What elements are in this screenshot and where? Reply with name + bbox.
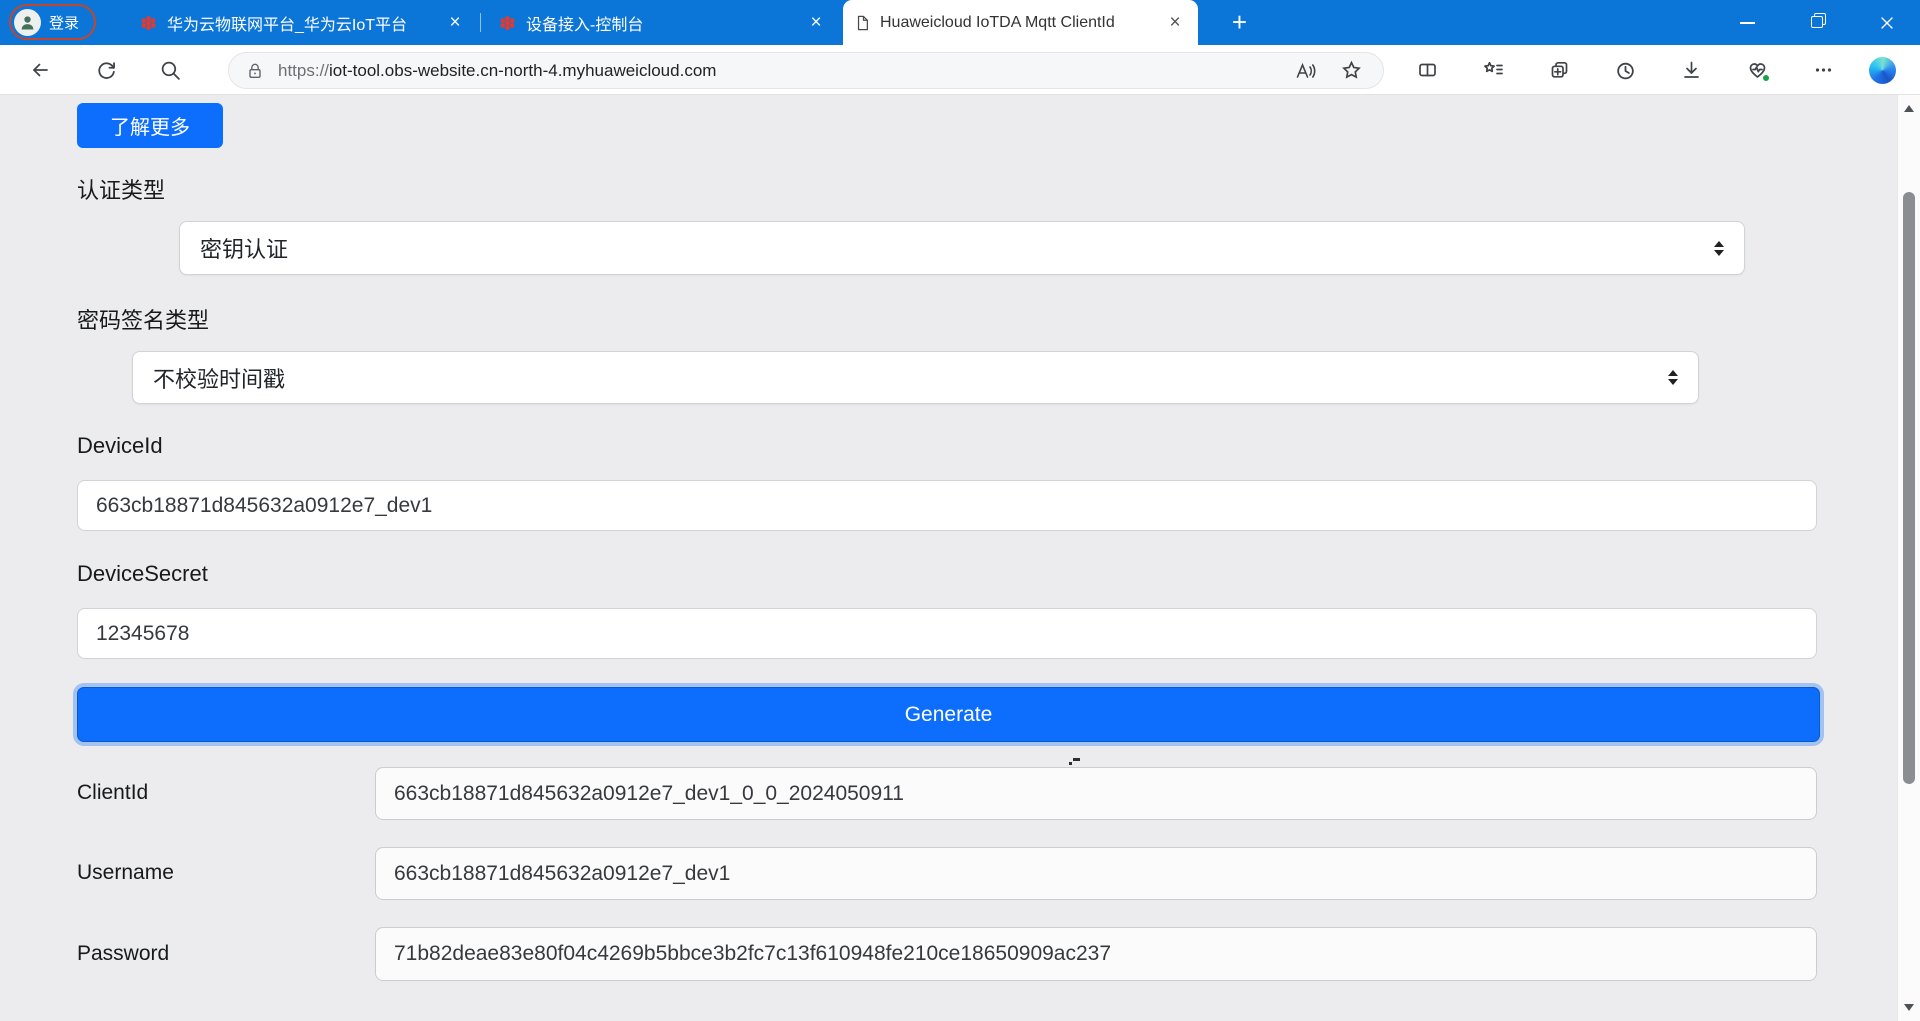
- browser-window: 登录 华为云物联网平台_华为云IoT平台 × 设: [0, 0, 1920, 1021]
- health-check-badge: [1762, 74, 1770, 82]
- auth-type-select[interactable]: 密钥认证: [179, 221, 1745, 275]
- downloads-button[interactable]: [1673, 52, 1709, 88]
- close-tab-icon[interactable]: ×: [805, 12, 827, 34]
- favorites-button[interactable]: [1475, 52, 1511, 88]
- tab-title: 华为云物联网平台_华为云IoT平台: [167, 11, 434, 35]
- back-button[interactable]: [22, 52, 58, 88]
- profile-button[interactable]: 登录: [9, 4, 96, 40]
- minimize-icon: [1740, 22, 1755, 24]
- collections-icon: [1549, 60, 1570, 80]
- close-tab-icon[interactable]: ×: [1164, 12, 1186, 34]
- tab-title: 设备接入-控制台: [526, 11, 795, 35]
- tab-active-mqtt-client[interactable]: Huaweicloud IoTDA Mqtt ClientId ×: [843, 0, 1198, 45]
- scroll-up-arrow-icon[interactable]: [1904, 105, 1914, 112]
- history-clock-icon: [1615, 60, 1636, 81]
- client-id-output[interactable]: [375, 767, 1817, 820]
- profile-label: 登录: [49, 12, 79, 33]
- browser-essentials-button[interactable]: [1739, 52, 1775, 88]
- favorites-star-list-icon: [1483, 60, 1504, 80]
- huawei-logo-icon: [499, 15, 516, 31]
- client-id-label: ClientId: [77, 781, 148, 805]
- device-id-label: DeviceId: [77, 433, 163, 459]
- auth-type-value: 密钥认证: [200, 232, 288, 264]
- back-arrow-icon: [29, 60, 51, 80]
- new-tab-button[interactable]: +: [1224, 7, 1255, 38]
- tab-separator: [480, 13, 481, 32]
- username-output[interactable]: [375, 847, 1817, 900]
- refresh-button[interactable]: [88, 52, 124, 88]
- device-secret-input[interactable]: [77, 608, 1817, 659]
- person-icon: [19, 14, 36, 30]
- address-bar[interactable]: https://iot-tool.obs-website.cn-north-4.…: [228, 52, 1384, 89]
- device-id-input[interactable]: [77, 480, 1817, 531]
- select-arrows-icon: [1714, 241, 1724, 256]
- toolbar: https://iot-tool.obs-website.cn-north-4.…: [0, 45, 1920, 95]
- device-secret-label: DeviceSecret: [77, 561, 208, 587]
- vertical-scrollbar[interactable]: [1897, 95, 1920, 1021]
- tab-device-access-console[interactable]: 设备接入-控制台 ×: [487, 0, 839, 45]
- collections-button[interactable]: [1541, 52, 1577, 88]
- auth-type-label: 认证类型: [77, 173, 165, 205]
- page-content: 了解更多 认证类型 密钥认证 密码签名类型 不校验时间戳 DeviceId De…: [0, 95, 1897, 1021]
- search-button[interactable]: [152, 52, 188, 88]
- url-text: https://iot-tool.obs-website.cn-north-4.…: [278, 61, 716, 81]
- password-output[interactable]: [375, 927, 1817, 981]
- copilot-button[interactable]: [1866, 54, 1898, 86]
- tab-bar: 登录 华为云物联网平台_华为云IoT平台 × 设: [0, 0, 1920, 45]
- select-arrows-icon: [1668, 370, 1678, 385]
- favorite-star-button[interactable]: [1335, 55, 1367, 87]
- read-aloud-icon: [1294, 61, 1317, 81]
- close-window-button[interactable]: [1864, 0, 1910, 45]
- browser-essentials-icon: [1747, 60, 1768, 80]
- scroll-down-arrow-icon[interactable]: [1904, 1004, 1914, 1011]
- mouse-cursor-artifact: [1069, 758, 1081, 765]
- history-button[interactable]: [1607, 52, 1643, 88]
- sign-type-value: 不校验时间戳: [153, 362, 285, 394]
- url-protocol: https://: [278, 61, 329, 81]
- minimize-button[interactable]: [1724, 0, 1770, 45]
- ellipsis-icon: [1813, 60, 1834, 80]
- avatar: [14, 9, 41, 36]
- search-icon: [160, 60, 181, 81]
- refresh-icon: [96, 60, 117, 81]
- close-tab-icon[interactable]: ×: [444, 12, 466, 34]
- tab-huawei-iot-platform[interactable]: 华为云物联网平台_华为云IoT平台 ×: [128, 0, 478, 45]
- restore-icon: [1811, 16, 1824, 29]
- restore-window-button[interactable]: [1794, 0, 1840, 45]
- download-icon: [1681, 60, 1702, 80]
- learn-more-button[interactable]: 了解更多: [77, 103, 223, 148]
- url-host: iot-tool.obs-website.cn-north-4.myhuawei…: [329, 61, 716, 81]
- lock-icon: [245, 61, 265, 81]
- split-screen-icon: [1417, 60, 1438, 80]
- more-options-button[interactable]: [1805, 52, 1841, 88]
- copilot-icon: [1869, 57, 1896, 84]
- split-screen-button[interactable]: [1409, 52, 1445, 88]
- tab-title: Huaweicloud IoTDA Mqtt ClientId: [880, 14, 1154, 32]
- sign-type-select[interactable]: 不校验时间戳: [132, 351, 1699, 404]
- read-aloud-button[interactable]: [1289, 55, 1321, 87]
- generate-button[interactable]: Generate: [77, 687, 1820, 742]
- sign-type-label: 密码签名类型: [77, 303, 209, 335]
- document-icon: [855, 14, 870, 32]
- password-label: Password: [77, 942, 169, 966]
- username-label: Username: [77, 861, 174, 885]
- scrollbar-thumb[interactable]: [1903, 192, 1915, 784]
- star-icon: [1341, 60, 1362, 81]
- huawei-logo-icon: [140, 15, 157, 31]
- close-icon: [1879, 15, 1895, 31]
